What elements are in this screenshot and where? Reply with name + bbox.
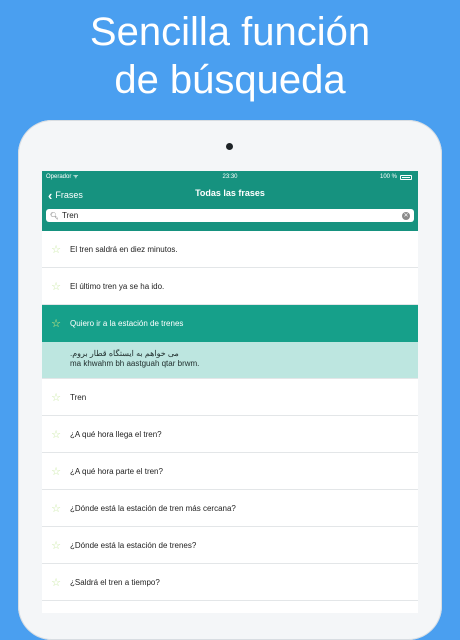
phrase-text: ¿A qué hora llega el tren? [70, 429, 162, 439]
translation-panel: می خواهم به ایستگاه قطار بروم. ma khwahm… [42, 342, 418, 379]
clear-icon[interactable]: ✕ [402, 211, 410, 220]
star-icon[interactable]: ☆ [42, 502, 70, 515]
phrase-text: El último tren ya se ha ido. [70, 281, 165, 291]
battery-indicator: 100 % [380, 171, 412, 183]
battery-icon [400, 174, 412, 180]
list-item[interactable]: ☆ ¿Dónde está la estación de trenes? [42, 527, 418, 564]
phrase-text: El tren saldrá en diez minutos. [70, 244, 178, 254]
list-item[interactable]: ☆ ¿Saldrá el tren a tiempo? [42, 564, 418, 601]
status-time: 23:30 [222, 174, 238, 180]
star-icon[interactable]: ☆ [42, 317, 70, 330]
phrase-text: Quiero ir a la estación de trenes [70, 319, 184, 328]
navigation-bar: ‹ Frases Todas las frases [42, 183, 418, 207]
search-bar: 🔍︎ Tren ✕ [42, 207, 418, 231]
list-item[interactable]: ☆ Tren [42, 379, 418, 416]
headline-line-2: de búsqueda [114, 58, 346, 102]
phrase-text: ¿Dónde está la estación de tren más cerc… [70, 503, 236, 513]
star-icon[interactable]: ☆ [42, 465, 70, 478]
phrase-text: Tren [70, 392, 87, 402]
list-item[interactable]: ☆ El tren saldrá en diez minutos. [42, 231, 418, 268]
list-item-selected[interactable]: ☆ Quiero ir a la estación de trenes [42, 305, 418, 342]
star-icon[interactable]: ☆ [42, 576, 70, 589]
search-input[interactable]: 🔍︎ Tren ✕ [46, 209, 414, 222]
phrase-text: ¿Dónde está la estación de trenes? [70, 540, 197, 550]
status-bar: Operador ᯤ 23:30 100 % [42, 171, 418, 183]
phrase-text: ¿Saldrá el tren a tiempo? [70, 577, 160, 587]
promo-headline: Sencilla función de búsqueda [0, 8, 460, 104]
front-camera [226, 143, 233, 150]
star-icon[interactable]: ☆ [42, 428, 70, 441]
translation-native: می خواهم به ایستگاه قطار بروم. [70, 349, 179, 358]
star-icon[interactable]: ☆ [42, 243, 70, 256]
star-icon[interactable]: ☆ [42, 280, 70, 293]
translation-transliteration: ma khwahm bh aastguah qtar brwm. [70, 359, 200, 368]
phrase-text: ¿A qué hora parte el tren? [70, 466, 163, 476]
app-screen: Operador ᯤ 23:30 100 % ‹ Frases Todas la… [42, 171, 418, 613]
page-title: Todas las frases [195, 188, 265, 198]
star-icon[interactable]: ☆ [42, 539, 70, 552]
phrase-list: ☆ El tren saldrá en diez minutos. ☆ El ú… [42, 231, 418, 601]
list-item[interactable]: ☆ El último tren ya se ha ido. [42, 268, 418, 305]
list-item[interactable]: ☆ ¿A qué hora parte el tren? [42, 453, 418, 490]
list-item[interactable]: ☆ ¿Dónde está la estación de tren más ce… [42, 490, 418, 527]
star-icon[interactable]: ☆ [42, 391, 70, 404]
search-value: Tren [62, 211, 79, 220]
battery-label: 100 % [379, 174, 397, 180]
list-item[interactable]: ☆ ¿A qué hora llega el tren? [42, 416, 418, 453]
search-icon: 🔍︎ [50, 212, 59, 220]
headline-line-1: Sencilla función [89, 10, 371, 54]
